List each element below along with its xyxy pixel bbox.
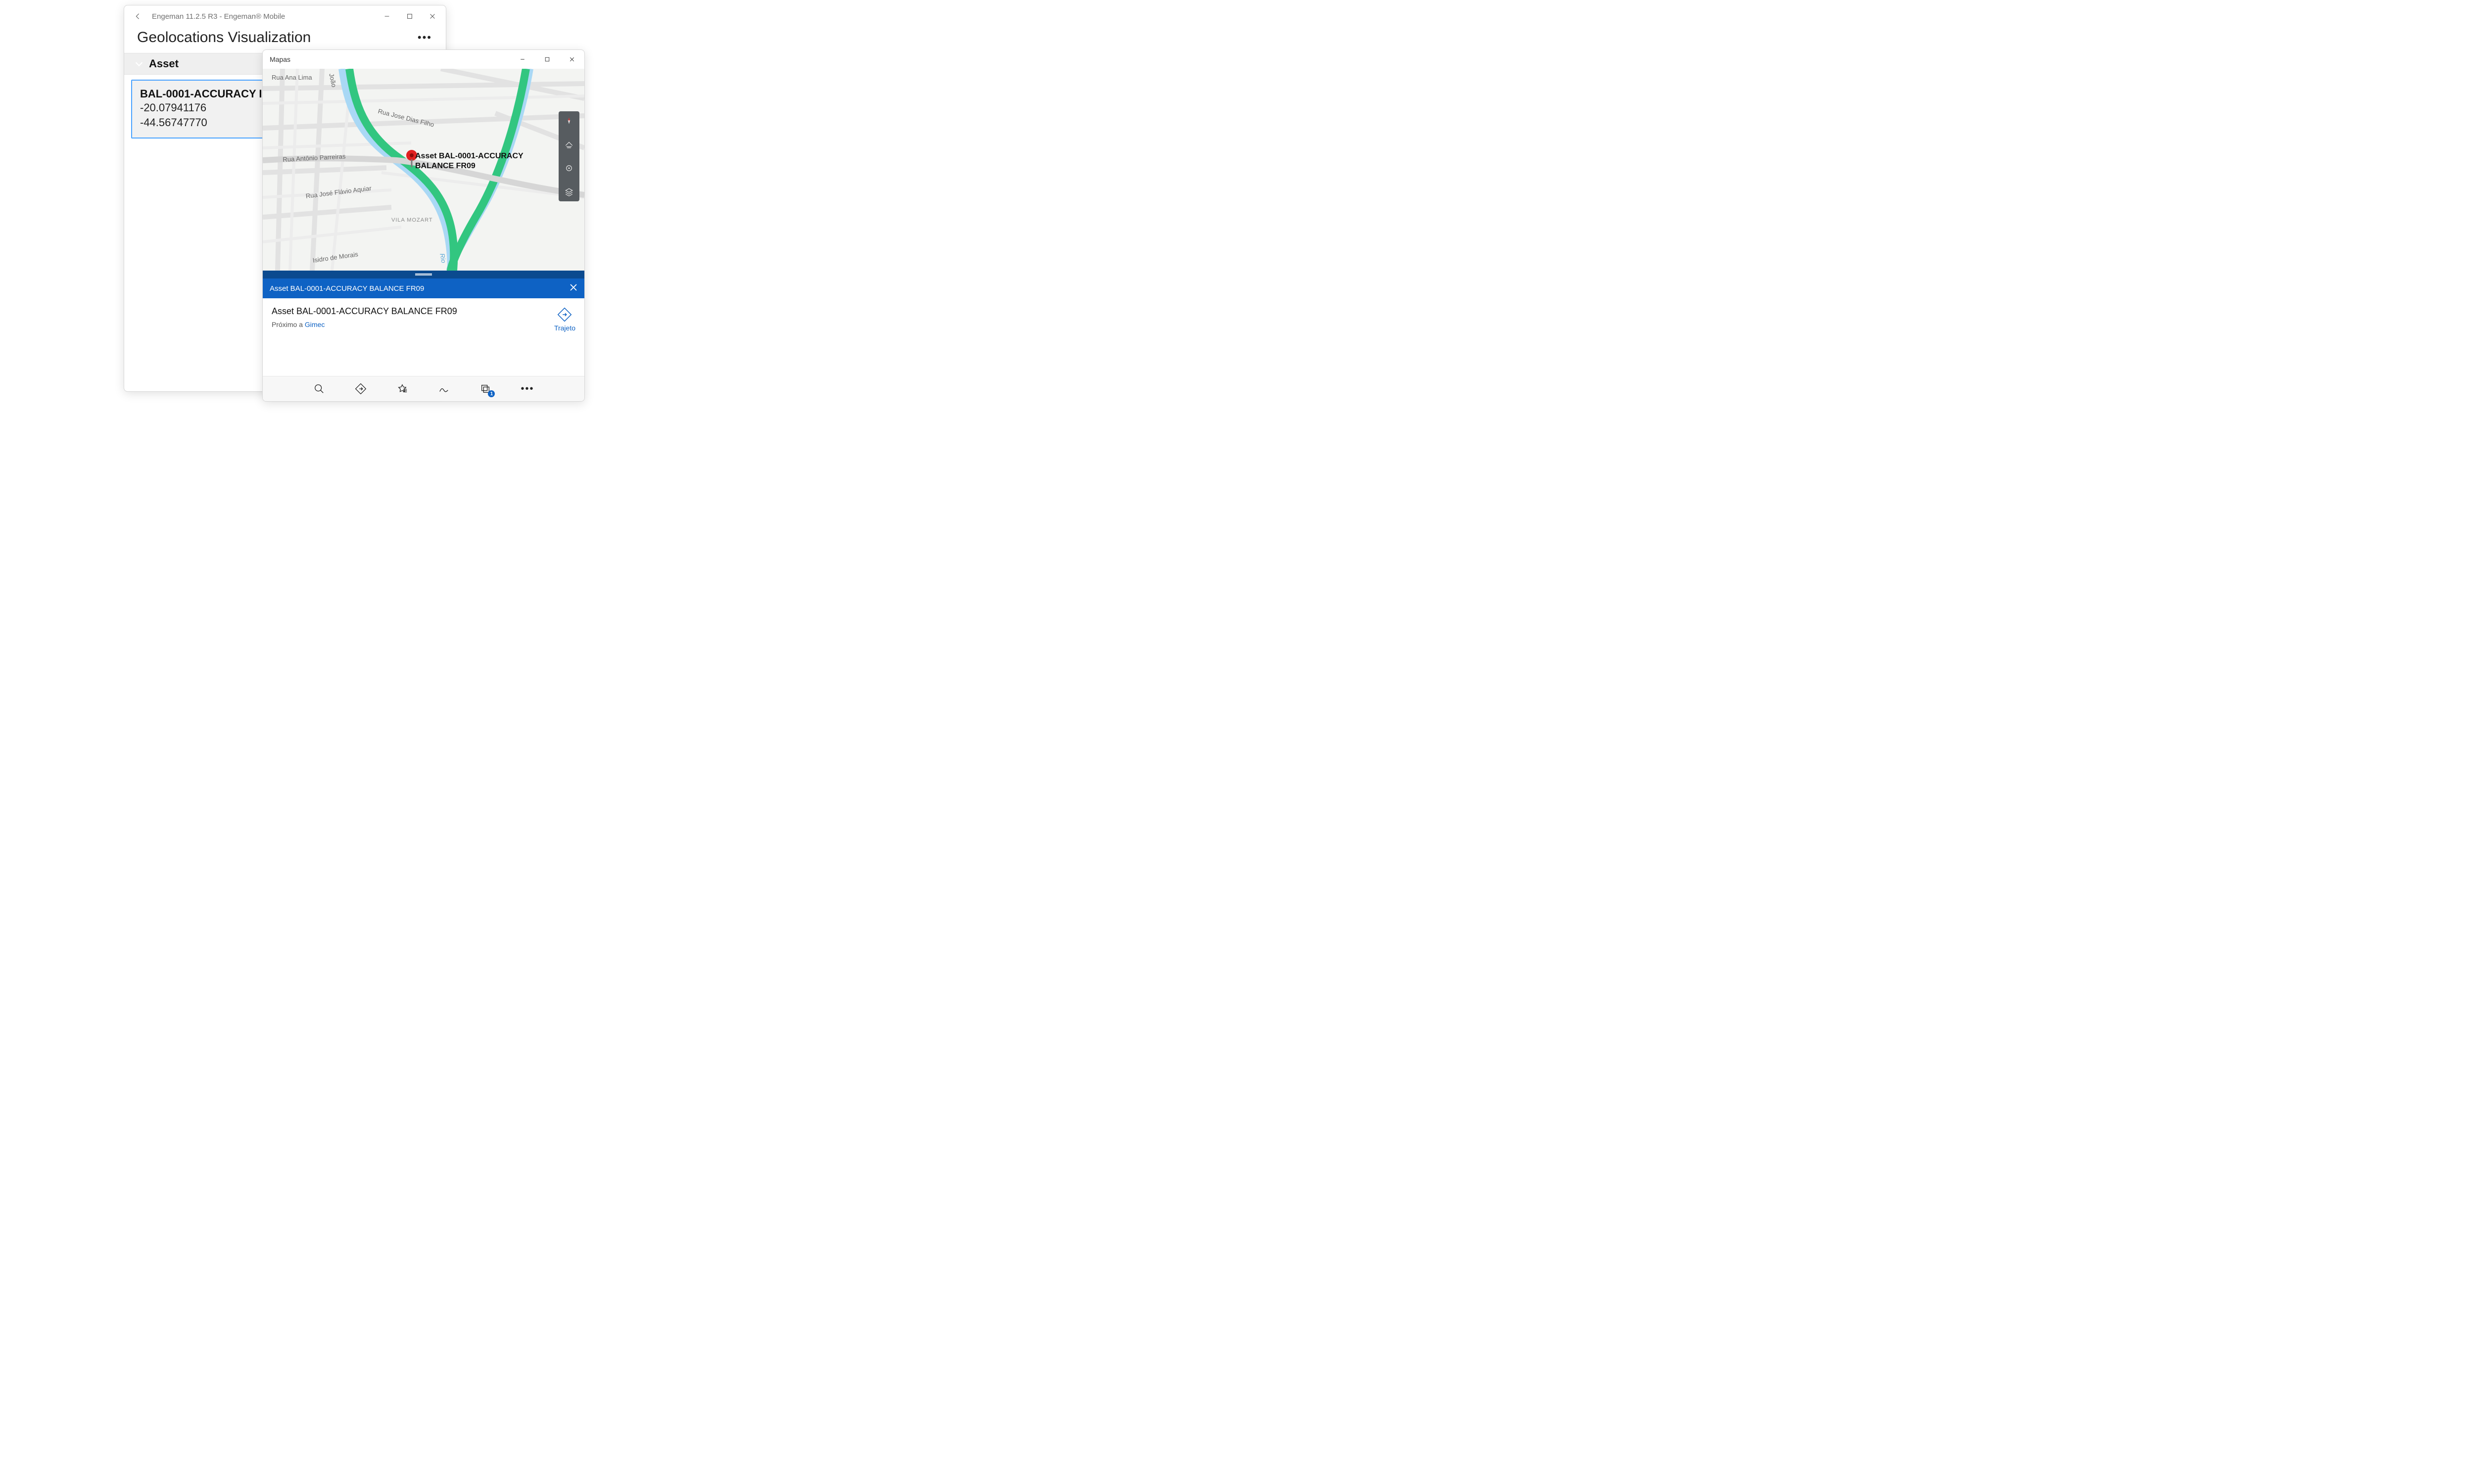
maps-window-title: Mapas	[263, 55, 510, 63]
near-link[interactable]: Gimec	[305, 321, 325, 328]
close-button[interactable]	[421, 5, 444, 27]
maps-close-button[interactable]	[560, 50, 584, 69]
grip-icon	[415, 274, 432, 276]
page-title: Geolocations Visualization	[137, 29, 311, 46]
bottom-more-button[interactable]: •••	[521, 383, 534, 395]
compass-button[interactable]	[559, 114, 579, 127]
maps-bottom-toolbar: 1 •••	[263, 376, 584, 401]
directions-icon-button[interactable]	[354, 382, 367, 395]
maximize-button[interactable]	[398, 5, 421, 27]
place-near: Próximo a Gimec	[272, 321, 554, 328]
locate-button[interactable]	[559, 162, 579, 175]
section-label: Asset	[149, 57, 179, 70]
area-label: VILA MOZART	[391, 217, 433, 223]
info-bar-title: Asset BAL-0001-ACCURACY BALANCE FR09	[270, 284, 424, 293]
maps-minimize-button[interactable]	[510, 50, 535, 69]
map-pin-label: Asset BAL-0001-ACCURACY BALANCE FR09	[415, 151, 529, 171]
info-bar-close-button[interactable]	[570, 283, 577, 293]
directions-button[interactable]: Trajeto	[554, 306, 575, 372]
map-tools	[559, 111, 579, 201]
chevron-down-icon	[132, 58, 146, 69]
engeman-window-title: Engeman 11.2.5 R3 - Engeman® Mobile	[149, 12, 376, 21]
maps-maximize-button[interactable]	[535, 50, 560, 69]
more-menu-button[interactable]: •••	[418, 31, 433, 44]
ink-button[interactable]	[437, 382, 450, 395]
tilt-button[interactable]	[559, 138, 579, 151]
panel-drag-handle[interactable]	[263, 271, 584, 278]
tabs-button[interactable]: 1	[479, 382, 492, 395]
place-detail-panel: Asset BAL-0001-ACCURACY BALANCE FR09 Pró…	[263, 298, 584, 376]
place-title: Asset BAL-0001-ACCURACY BALANCE FR09	[272, 306, 554, 317]
search-button[interactable]	[313, 382, 326, 395]
layers-button[interactable]	[559, 186, 579, 198]
engeman-titlebar: Engeman 11.2.5 R3 - Engeman® Mobile	[124, 5, 446, 27]
map-canvas[interactable]: Rua Ana Lima João Rua Jose Dias Filho Ru…	[263, 69, 584, 271]
near-prefix: Próximo a	[272, 321, 305, 328]
tabs-badge: 1	[488, 390, 495, 397]
info-bar: Asset BAL-0001-ACCURACY BALANCE FR09	[263, 278, 584, 298]
maps-titlebar: Mapas	[263, 50, 584, 69]
favorites-button[interactable]	[396, 382, 409, 395]
maps-window: Mapas	[262, 49, 585, 402]
directions-label: Trajeto	[554, 324, 575, 332]
back-button[interactable]	[126, 5, 149, 27]
minimize-button[interactable]	[376, 5, 398, 27]
